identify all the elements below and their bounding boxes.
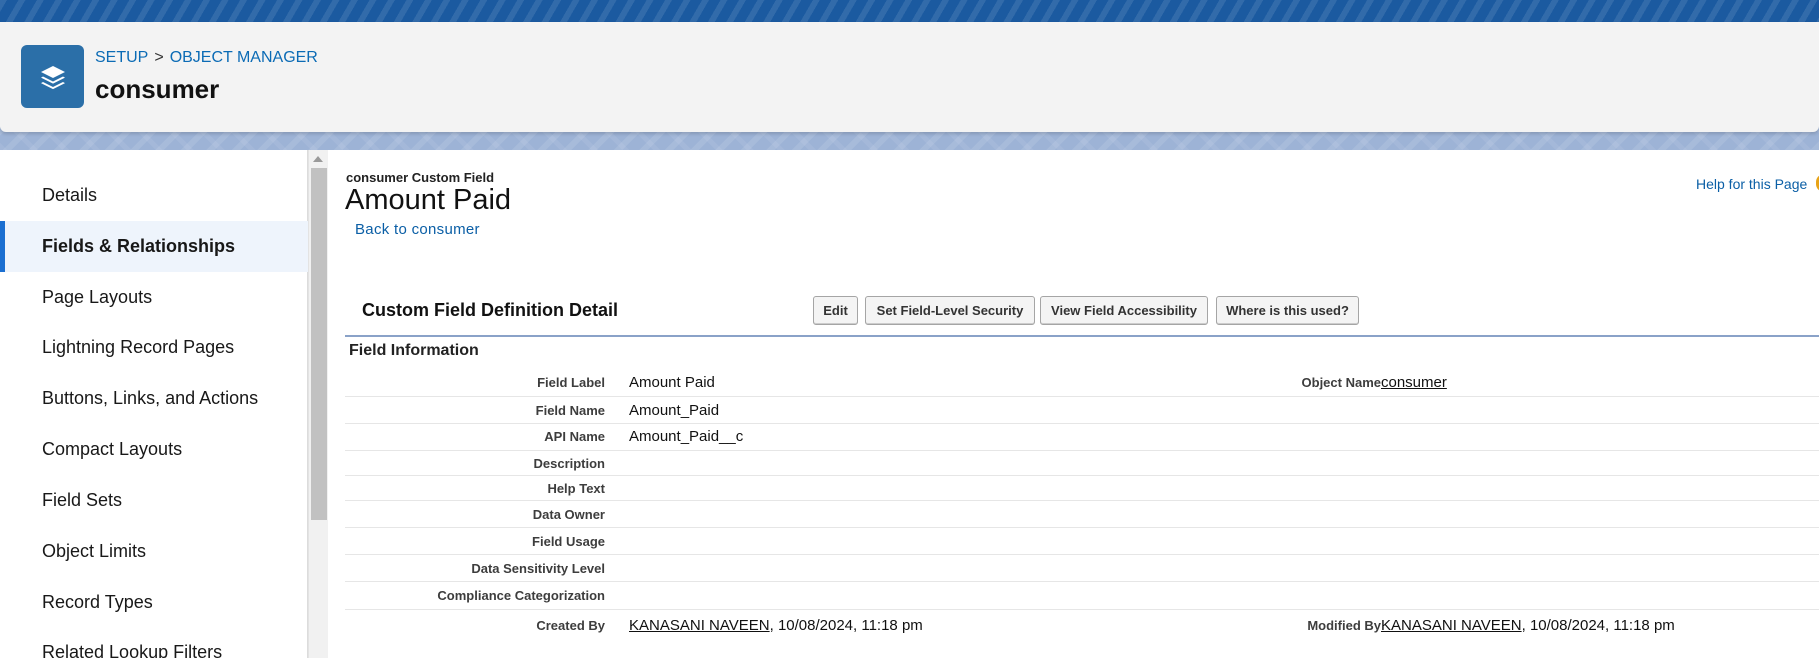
- field-usage-label: Field Usage: [532, 534, 605, 549]
- data-owner-label: Data Owner: [532, 507, 605, 522]
- breadcrumb: SETUP > OBJECT MANAGER: [95, 49, 318, 67]
- api-name-label: API Name: [544, 429, 605, 444]
- sidebar-item-label: Buttons, Links, and Actions: [42, 388, 259, 408]
- page-title: consumer: [95, 74, 220, 104]
- detail-row: Data Sensitivity Level: [345, 555, 1819, 582]
- back-to-object-link[interactable]: Back to consumer: [355, 221, 480, 238]
- breadcrumb-setup-link[interactable]: SETUP: [95, 49, 148, 66]
- detail-row: Data Owner: [345, 501, 1819, 528]
- detail-row: Created By KANASANI NAVEEN, 10/08/2024, …: [345, 610, 1819, 640]
- detail-row: Description: [345, 451, 1819, 476]
- help-for-page-link[interactable]: Help for this Page: [1696, 176, 1807, 192]
- created-by-label: Created By: [536, 618, 605, 633]
- created-by-user-link[interactable]: KANASANI NAVEEN: [629, 617, 770, 634]
- breadcrumb-object-manager-link[interactable]: OBJECT MANAGER: [170, 49, 318, 66]
- object-name-label: Object Name: [1301, 375, 1381, 390]
- description-label: Description: [533, 456, 605, 471]
- object-name-link[interactable]: consumer: [1381, 374, 1447, 391]
- field-name-label: Field Name: [535, 403, 605, 418]
- sidebar-item-related-lookup-filters[interactable]: Related Lookup Filters: [0, 627, 308, 658]
- sidebar-item-lightning-record-pages[interactable]: Lightning Record Pages: [0, 322, 308, 373]
- sidebar-item-label: Record Types: [42, 592, 153, 612]
- edit-button[interactable]: Edit: [813, 296, 858, 325]
- record-type-label: consumer Custom Field: [346, 170, 495, 185]
- sidebar-item-field-sets[interactable]: Field Sets: [0, 475, 308, 526]
- field-detail-page: consumer Custom Field Amount Paid Back t…: [329, 150, 1819, 658]
- sidebar-item-page-layouts[interactable]: Page Layouts: [0, 272, 308, 323]
- detail-row: API Name Amount_Paid__c: [345, 424, 1819, 451]
- sidebar-item-label: Compact Layouts: [42, 439, 183, 459]
- breadcrumb-separator: >: [154, 49, 164, 66]
- api-name-value: Amount_Paid__c: [629, 428, 744, 445]
- sidebar-item-label: Lightning Record Pages: [42, 337, 235, 357]
- detail-row: Help Text: [345, 476, 1819, 501]
- field-label-label: Field Label: [537, 375, 605, 390]
- modified-by-user-link[interactable]: KANASANI NAVEEN: [1381, 617, 1522, 634]
- scroll-up-arrow-icon[interactable]: [313, 156, 323, 162]
- help-text-label: Help Text: [547, 481, 605, 496]
- set-field-level-security-button[interactable]: Set Field-Level Security: [865, 296, 1035, 325]
- detail-row: Compliance Categorization: [345, 582, 1819, 610]
- sidebar-item-label: Field Sets: [42, 490, 123, 510]
- created-by-value: KANASANI NAVEEN, 10/08/2024, 11:18 pm: [629, 617, 923, 634]
- sidebar-item-fields-relationships[interactable]: Fields & Relationships: [0, 221, 308, 272]
- field-name-value: Amount_Paid: [629, 402, 720, 419]
- sidebar: Details Fields & Relationships Page Layo…: [0, 150, 308, 658]
- field-information-heading: Field Information: [349, 342, 479, 359]
- sidebar-item-label: Related Lookup Filters: [42, 642, 223, 658]
- sidebar-item-label: Object Limits: [42, 541, 147, 561]
- section-title: Custom Field Definition Detail: [362, 300, 619, 320]
- modified-by-value: KANASANI NAVEEN, 10/08/2024, 11:18 pm: [1381, 617, 1675, 634]
- modified-by-date: , 10/08/2024, 11:18 pm: [1521, 617, 1675, 634]
- compliance-label: Compliance Categorization: [437, 588, 605, 603]
- detail-row: Field Usage: [345, 528, 1819, 555]
- view-field-accessibility-button[interactable]: View Field Accessibility: [1040, 296, 1208, 325]
- top-brand-strip: [0, 0, 1819, 22]
- record-name-heading: Amount Paid: [345, 184, 512, 216]
- scrollbar-thumb[interactable]: [311, 168, 327, 520]
- data-sensitivity-label: Data Sensitivity Level: [471, 561, 605, 576]
- sidebar-item-compact-layouts[interactable]: Compact Layouts: [0, 424, 308, 475]
- detail-row: Field Name Amount_Paid: [345, 397, 1819, 424]
- sidebar-item-label: Page Layouts: [42, 287, 153, 307]
- where-is-this-used-button[interactable]: Where is this used?: [1216, 296, 1359, 325]
- object-name-value: consumer: [1381, 374, 1447, 391]
- modified-by-label: Modified By: [1307, 618, 1381, 633]
- stacked-layers-icon: [21, 45, 84, 108]
- created-by-date: , 10/08/2024, 11:18 pm: [769, 617, 923, 634]
- section-divider: [345, 335, 1819, 337]
- field-label-value: Amount Paid: [629, 374, 715, 391]
- sidebar-item-object-limits[interactable]: Object Limits: [0, 526, 308, 577]
- sidebar-item-details[interactable]: Details: [0, 170, 308, 221]
- sidebar-scrollbar[interactable]: [308, 150, 328, 658]
- object-header: SETUP > OBJECT MANAGER consumer: [0, 22, 1819, 132]
- sidebar-item-label: Fields & Relationships: [42, 236, 236, 256]
- sidebar-item-buttons-links-actions[interactable]: Buttons, Links, and Actions: [0, 373, 308, 424]
- sidebar-item-record-types[interactable]: Record Types: [0, 577, 308, 628]
- main-content: Details Fields & Relationships Page Layo…: [0, 150, 1819, 658]
- detail-row: Field Label Amount Paid Object Name cons…: [345, 367, 1819, 397]
- sidebar-item-label: Details: [42, 185, 98, 205]
